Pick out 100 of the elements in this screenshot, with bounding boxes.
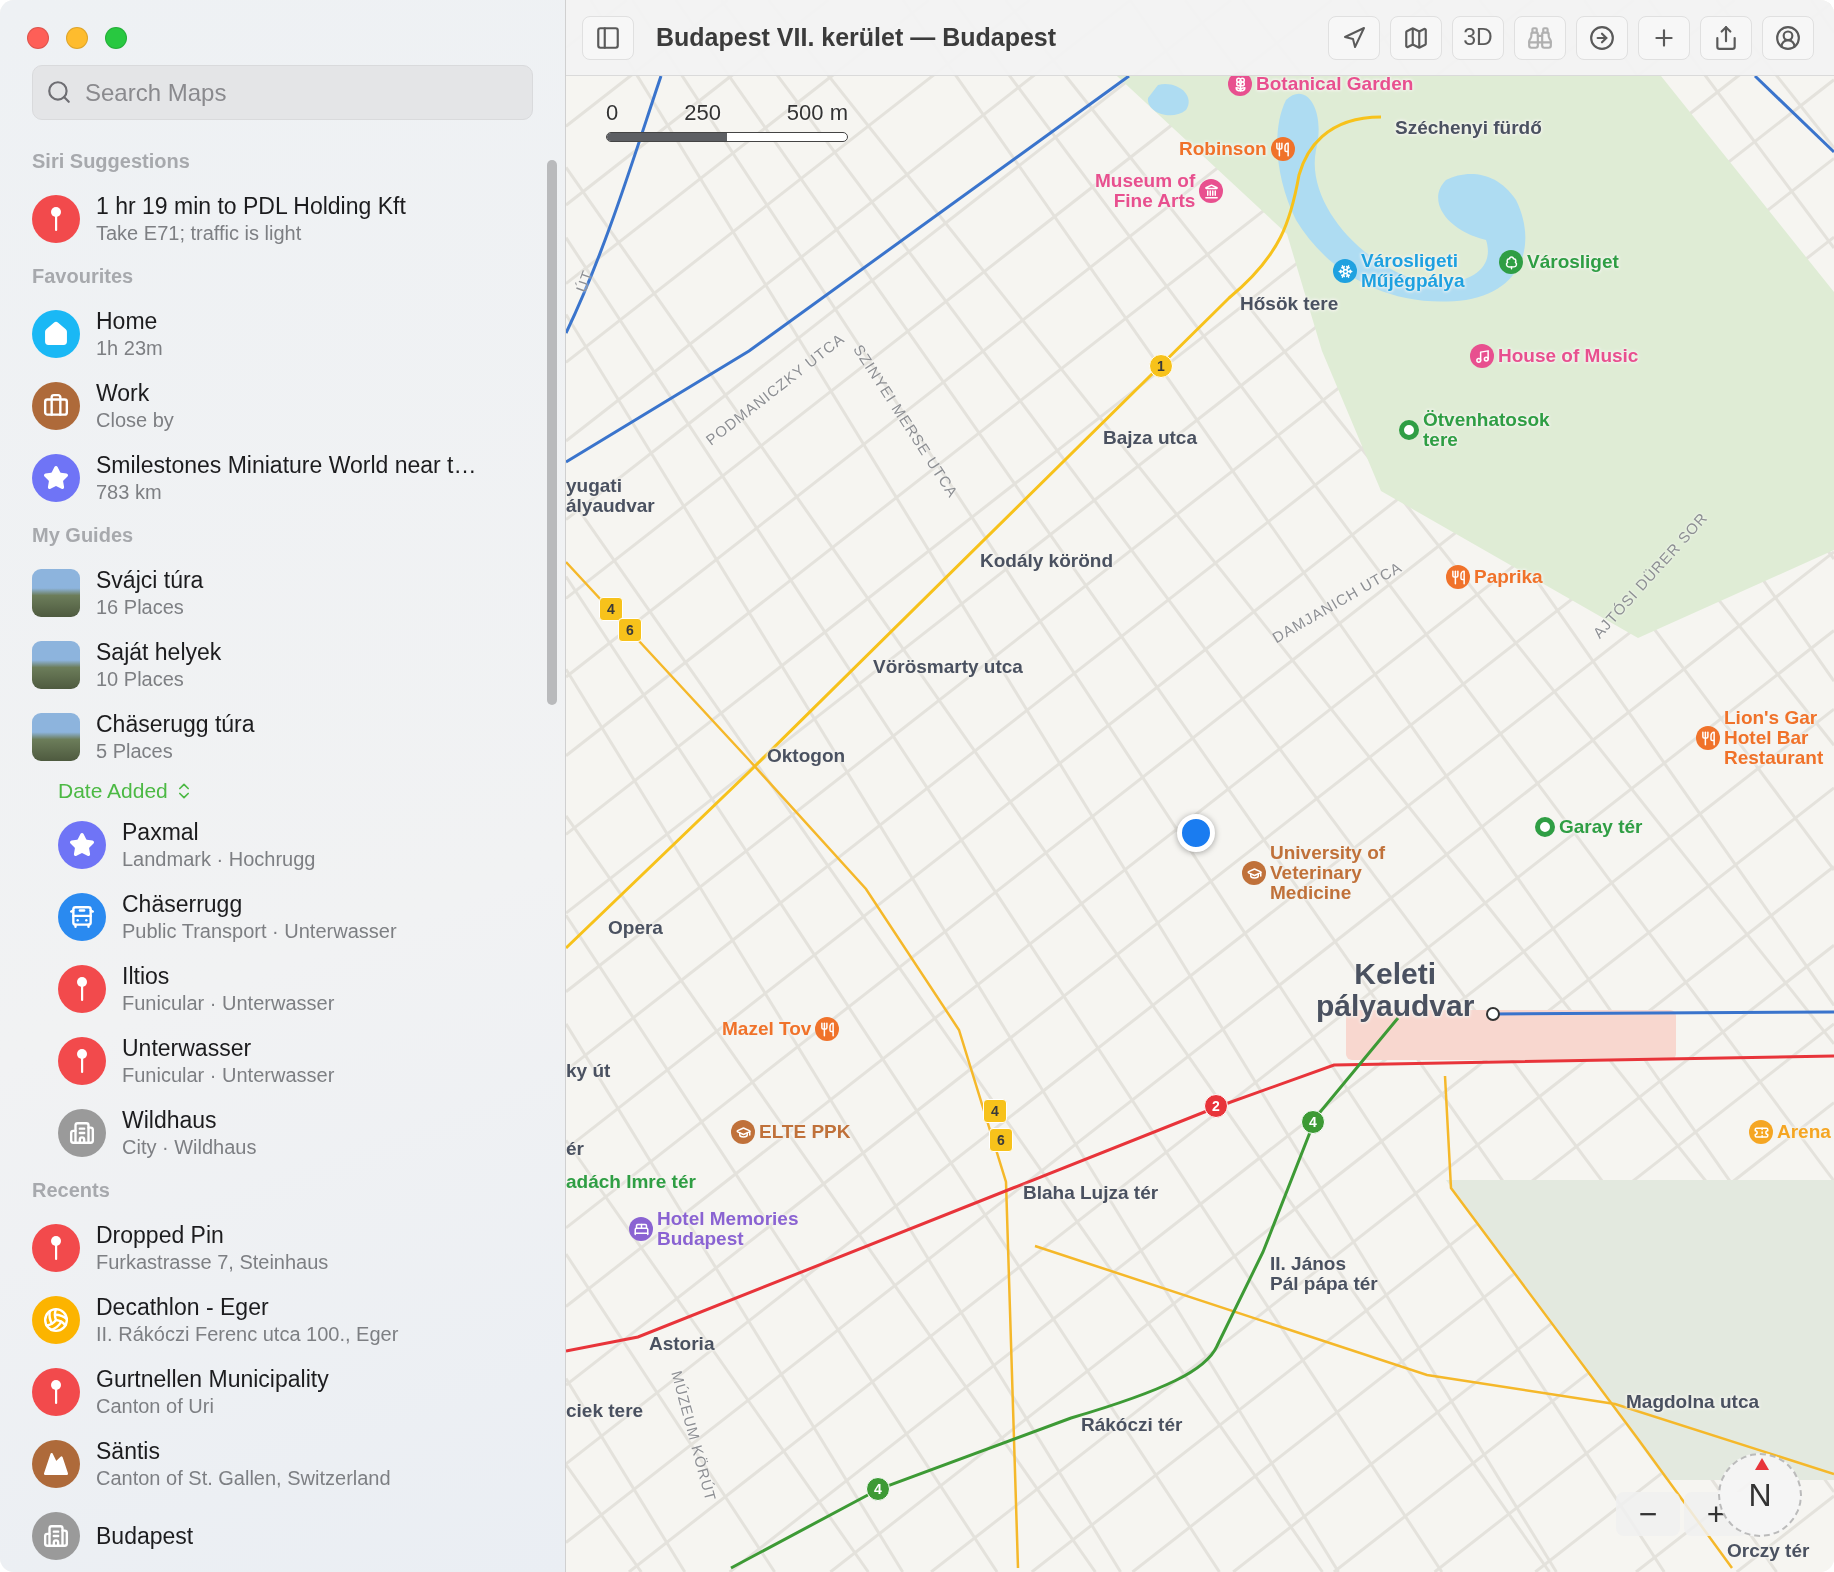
- item-title: Paxmal: [122, 818, 200, 846]
- share-button[interactable]: [1700, 15, 1752, 60]
- sidebar-icon: [595, 24, 621, 51]
- place-label[interactable]: Hősök tere: [1240, 294, 1339, 314]
- item-subtitle: City · Wildhaus: [122, 1135, 257, 1160]
- location-arrow-button[interactable]: [1328, 15, 1380, 60]
- place-label[interactable]: Széchenyi fürdő: [1395, 118, 1542, 138]
- item-title: Chäserugg túra: [96, 710, 255, 738]
- item-subtitle: Take E71; traffic is light: [96, 221, 303, 246]
- list-item[interactable]: Chäserugg túra 5 Places: [0, 701, 565, 773]
- list-item[interactable]: Decathlon - Eger II. Rákóczi Ferenc utca 100., Eger: [0, 1284, 565, 1356]
- item-subtitle: Funicular · Unterwasser: [122, 991, 335, 1016]
- item-title: Chäserrugg: [122, 890, 244, 918]
- item-subtitle: Canton of Uri: [96, 1394, 215, 1419]
- close-button[interactable]: [27, 27, 49, 49]
- photo-placeholder: [32, 641, 80, 689]
- transit-badge: 4: [983, 1099, 1007, 1123]
- transit-badge: 4: [599, 597, 623, 621]
- lake: [1148, 84, 1189, 116]
- section-heading: My Guides: [31, 523, 135, 548]
- item-title: Saját helyek: [96, 638, 222, 666]
- window-title: Budapest VII. kerület — Budapest: [655, 23, 1058, 52]
- item-subtitle: 16 Places: [96, 595, 185, 620]
- place-label[interactable]: II. János Pál pápa tér: [1270, 1254, 1378, 1294]
- list-item[interactable]: Home 1h 23m: [0, 298, 565, 370]
- compass-arrow-icon: [1755, 1458, 1769, 1470]
- place-label[interactable]: yugati ályaudvar: [566, 476, 655, 516]
- list-item[interactable]: Gurtnellen Municipality Canton of Uri: [0, 1356, 565, 1428]
- add-button[interactable]: [1638, 15, 1690, 60]
- transit-badge: 6: [989, 1128, 1013, 1152]
- item-subtitle: Close by: [96, 408, 174, 433]
- list-item[interactable]: Säntis Canton of St. Gallen, Switzerland: [0, 1428, 565, 1500]
- place-label[interactable]: ciek tere: [566, 1401, 644, 1421]
- photo-placeholder: [32, 713, 80, 761]
- item-title: Budapest: [96, 1522, 194, 1550]
- item-subtitle: Landmark · Hochrugg: [122, 847, 316, 872]
- binoculars-icon: [1527, 24, 1553, 51]
- list-item[interactable]: Chäserrugg Public Transport · Unterwasser: [0, 881, 565, 953]
- place-label[interactable]: Keleti pályaudvar: [1316, 958, 1475, 1022]
- item-title: Decathlon - Eger: [96, 1293, 270, 1321]
- list-item[interactable]: Unterwasser Funicular · Unterwasser: [0, 1025, 565, 1097]
- scale-label: 0: [606, 100, 619, 126]
- arrow-circle-icon: [1589, 24, 1615, 51]
- item-title: Gurtnellen Municipality: [96, 1365, 329, 1393]
- item-subtitle: 783 km: [96, 480, 163, 505]
- scrollbar[interactable]: [547, 160, 557, 705]
- place-label[interactable]: Magdolna utca: [1626, 1392, 1759, 1412]
- search-field[interactable]: Search Maps: [32, 65, 533, 120]
- station-marker: [1486, 1007, 1500, 1021]
- person-icon: [1775, 24, 1801, 51]
- section-heading: Recents: [31, 1178, 111, 1203]
- item-subtitle: 10 Places: [96, 667, 185, 692]
- search-icon: [46, 79, 72, 105]
- transit-badge: 4: [866, 1477, 890, 1501]
- item-subtitle: 1h 23m: [96, 336, 163, 361]
- place-label[interactable]: Bajza utca: [1103, 428, 1197, 448]
- item-subtitle: Funicular · Unterwasser: [122, 1063, 335, 1088]
- place-label[interactable]: Astoria: [649, 1334, 715, 1354]
- list-item[interactable]: Smilestones Miniature World near t… 783 km: [0, 442, 565, 514]
- map-button[interactable]: [1390, 15, 1442, 60]
- place-label[interactable]: Opera: [608, 918, 663, 938]
- list-item[interactable]: Iltios Funicular · Unterwasser: [0, 953, 565, 1025]
- street-label: ÚT: [572, 267, 596, 295]
- place-label[interactable]: Rákóczi tér: [1081, 1415, 1183, 1435]
- list-item[interactable]: Budapest: [0, 1500, 565, 1572]
- arrow-circle-button[interactable]: [1576, 15, 1628, 60]
- place-label[interactable]: Vörösmarty utca: [873, 657, 1023, 677]
- zoom-out-button[interactable]: −: [1616, 1492, 1680, 1536]
- transit-badge: 6: [618, 618, 642, 642]
- item-title: Work: [96, 379, 151, 407]
- list-item[interactable]: 1 hr 19 min to PDL Holding Kft Take E71; traffic is light: [0, 183, 565, 255]
- place-label[interactable]: Oktogon: [767, 746, 846, 766]
- sidebar-toggle-button[interactable]: [582, 15, 634, 60]
- list-item[interactable]: Dropped Pin Furkastrasse 7, Steinhaus: [0, 1212, 565, 1284]
- view-3d-button[interactable]: 3D: [1452, 15, 1504, 60]
- transit-badge: 2: [1204, 1094, 1228, 1118]
- list-item[interactable]: Work Close by: [0, 370, 565, 442]
- account-button[interactable]: [1762, 15, 1814, 60]
- list-item[interactable]: Saját helyek 10 Places: [0, 629, 565, 701]
- item-title: 1 hr 19 min to PDL Holding Kft: [96, 192, 406, 220]
- place-label[interactable]: Hotel Memories Budapest: [657, 1209, 799, 1249]
- transit-badge: 1: [1149, 354, 1173, 378]
- share-icon: [1713, 24, 1739, 51]
- item-title: Wildhaus: [122, 1106, 218, 1134]
- item-title: Säntis: [96, 1437, 161, 1465]
- place-label[interactable]: ér: [566, 1139, 584, 1159]
- place-label[interactable]: Blaha Lujza tér: [1023, 1183, 1159, 1203]
- list-item[interactable]: Wildhaus City · Wildhaus: [0, 1097, 565, 1169]
- place-label[interactable]: Kodály körönd: [980, 551, 1113, 571]
- current-location-dot: [1177, 814, 1215, 852]
- item-title: Unterwasser: [122, 1034, 253, 1062]
- item-title: Dropped Pin: [96, 1221, 225, 1249]
- map-icon: [1403, 24, 1429, 51]
- place-label[interactable]: Orczy tér: [1727, 1541, 1810, 1561]
- place-label[interactable]: ky út: [566, 1061, 611, 1081]
- item-subtitle: Canton of St. Gallen, Switzerland: [96, 1466, 391, 1491]
- item-title: Home: [96, 307, 159, 335]
- list-item[interactable]: Svájci túra 16 Places: [0, 557, 565, 629]
- section-heading: Favourites: [31, 264, 135, 289]
- list-item[interactable]: Paxmal Landmark · Hochrugg: [0, 809, 565, 881]
